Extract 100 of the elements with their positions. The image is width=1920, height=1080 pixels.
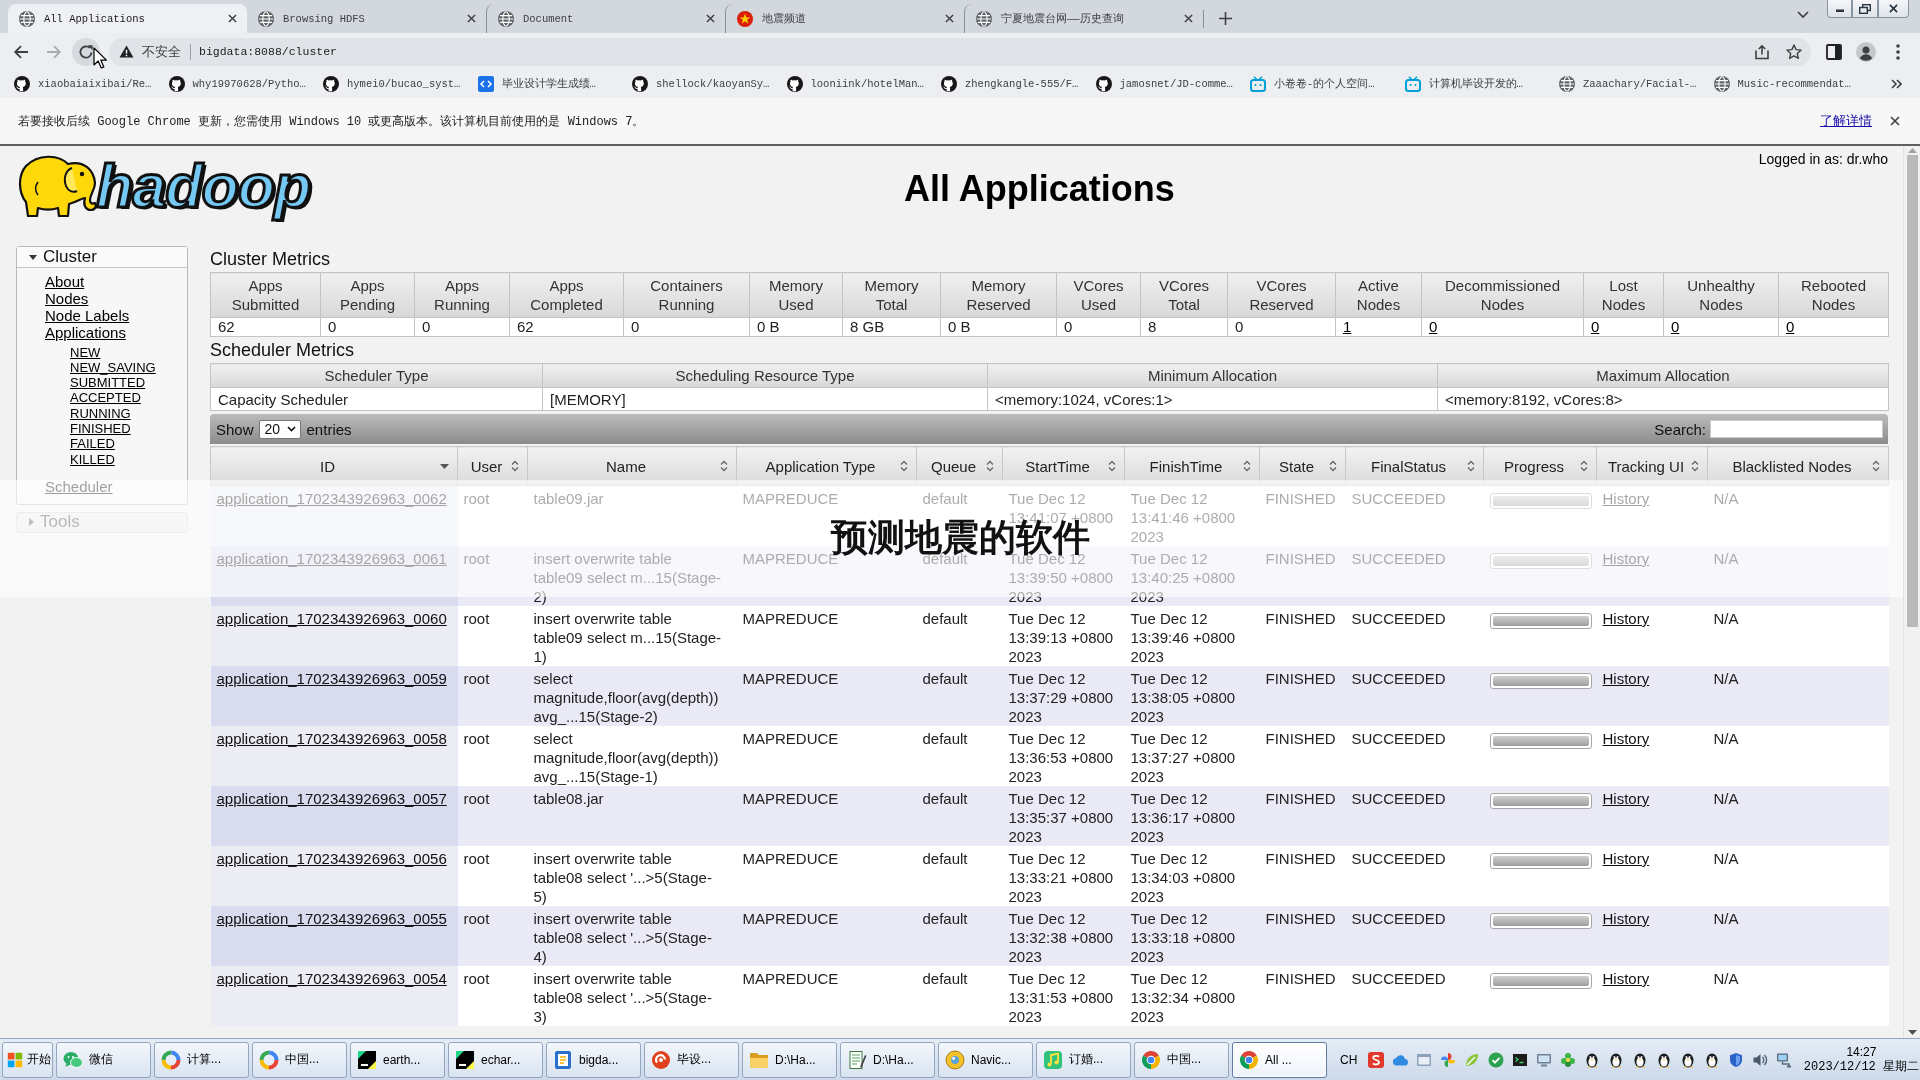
section-header[interactable]: Cluster	[17, 247, 187, 268]
s-tile-icon[interactable]	[1368, 1051, 1385, 1068]
bookmark[interactable]: why19970628/Pytho…	[160, 76, 315, 92]
nav-link[interactable]: KILLED	[70, 451, 115, 467]
nav-link[interactable]: Applications	[45, 324, 126, 341]
bookmark[interactable]: shellock/kaoyanSy…	[624, 76, 779, 92]
bookmark[interactable]: Zaaachary/Facial-…	[1551, 76, 1706, 92]
scrollbar-thumb[interactable]	[1906, 155, 1918, 627]
app-link[interactable]: application_1702343926963_0058	[216, 730, 447, 747]
column-header[interactable]: StartTime	[1002, 446, 1125, 486]
shield-icon[interactable]	[1728, 1051, 1745, 1068]
column-header[interactable]: Progress	[1483, 446, 1597, 486]
security-chip[interactable]: 不安全	[119, 42, 181, 61]
side-panel-icon[interactable]	[1826, 43, 1842, 60]
bookmark[interactable]: 小卷卷-的个人空间…	[1242, 76, 1397, 92]
learn-more-link[interactable]: 了解详情	[1820, 112, 1872, 130]
close-icon[interactable]	[467, 14, 476, 23]
bookmark[interactable]: zhengkangle-555/F…	[933, 76, 1088, 92]
taskbar-button[interactable]: bigda...	[546, 1041, 641, 1078]
nav-link[interactable]: NEW_SAVING	[70, 359, 156, 375]
column-header[interactable]: Blacklisted Nodes	[1707, 446, 1889, 486]
bookmark[interactable]: Music-recommendat…	[1705, 76, 1860, 92]
nav-link[interactable]: SUBMITTED	[70, 375, 146, 391]
menu-icon[interactable]	[1896, 43, 1900, 60]
metric-link[interactable]: 0	[1591, 318, 1600, 335]
reload-button[interactable]	[72, 37, 100, 66]
page-size-select[interactable]: 20	[258, 419, 301, 439]
column-header[interactable]: FinishTime	[1124, 446, 1260, 486]
column-header[interactable]: Name	[527, 446, 737, 486]
star-icon[interactable]	[1786, 43, 1802, 60]
history-link[interactable]: History	[1602, 670, 1650, 687]
taskbar-button[interactable]: earth...	[350, 1041, 445, 1078]
nav-link[interactable]: FINISHED	[70, 421, 131, 436]
back-icon[interactable]	[13, 43, 29, 60]
column-header[interactable]: Queue	[916, 446, 1003, 486]
taskbar-button[interactable]: 中国...	[252, 1041, 347, 1078]
app-link[interactable]: application_1702343926963_0060	[216, 610, 447, 627]
bookmark[interactable]: 计算机毕设开发的…	[1396, 76, 1551, 92]
column-header[interactable]: State	[1259, 446, 1346, 486]
nav-link[interactable]: NEW	[70, 344, 101, 360]
taskbar-button[interactable]: 计算...	[154, 1041, 249, 1078]
terminal-icon[interactable]	[1512, 1051, 1529, 1068]
chevron-down-icon[interactable]	[1797, 11, 1809, 18]
metric-link[interactable]: 1	[1343, 318, 1352, 335]
chevron-double-right-icon[interactable]	[1891, 79, 1902, 89]
close-icon[interactable]	[706, 14, 715, 23]
nav-link[interactable]: Node Labels	[45, 307, 130, 324]
history-link[interactable]: History	[1602, 610, 1650, 627]
history-link[interactable]: History	[1602, 850, 1650, 867]
close-icon[interactable]	[1184, 14, 1193, 23]
check-circle-icon[interactable]	[1488, 1051, 1505, 1068]
close-button[interactable]	[1878, 0, 1909, 18]
speaker-icon[interactable]	[1752, 1051, 1769, 1068]
taskbar-button[interactable]: 微信	[56, 1041, 151, 1078]
bookmark[interactable]: 毕业设计学生成绩…	[469, 76, 624, 92]
network-icon[interactable]	[1776, 1051, 1793, 1068]
app-link[interactable]: application_1702343926963_0057	[216, 790, 447, 807]
taskbar-button[interactable]: D:\Ha...	[742, 1041, 837, 1078]
bookmark[interactable]: looniink/hotelMan…	[778, 76, 933, 92]
history-link[interactable]: History	[1602, 910, 1650, 927]
column-header[interactable]: Application Type	[736, 446, 917, 486]
column-header[interactable]: ID	[210, 446, 458, 486]
search-field[interactable]	[1710, 420, 1883, 438]
nav-link[interactable]: ACCEPTED	[70, 390, 141, 406]
history-link[interactable]: History	[1602, 970, 1650, 987]
close-icon[interactable]	[228, 14, 237, 23]
app-link[interactable]: application_1702343926963_0055	[216, 910, 447, 927]
taskbar-button[interactable]: echar...	[448, 1041, 543, 1078]
history-link[interactable]: History	[1602, 790, 1650, 807]
bookmark[interactable]: hymei0/bucao_syst…	[315, 76, 470, 92]
column-header[interactable]: Tracking UI	[1596, 446, 1708, 486]
address-bar[interactable]: 不安全 bigdata:8088/cluster	[109, 37, 1811, 66]
restore-button[interactable]	[1852, 0, 1878, 18]
column-header[interactable]: FinalStatus	[1345, 446, 1484, 486]
plus-icon[interactable]	[1219, 12, 1232, 25]
close-icon[interactable]	[1890, 116, 1900, 126]
taskbar-button[interactable]: All ...	[1232, 1041, 1327, 1078]
taskbar-button[interactable]: 毕设...	[644, 1041, 739, 1078]
language-indicator[interactable]: CH	[1340, 1052, 1358, 1067]
taskbar-button[interactable]: 中国...	[1134, 1041, 1229, 1078]
taskbar-button[interactable]: 订婚...	[1036, 1041, 1131, 1078]
pinwheel-icon[interactable]	[1440, 1051, 1457, 1068]
nav-link[interactable]: FAILED	[70, 436, 115, 452]
app-link[interactable]: application_1702343926963_0056	[216, 850, 447, 867]
column-header[interactable]: User	[457, 446, 528, 486]
monitor-icon[interactable]	[1536, 1051, 1553, 1068]
close-icon[interactable]	[945, 14, 954, 23]
taskbar-button[interactable]: Navic...	[938, 1041, 1033, 1078]
flower-icon[interactable]	[1560, 1051, 1577, 1068]
history-link[interactable]: History	[1602, 730, 1650, 747]
nav-link[interactable]: About	[45, 273, 85, 290]
scroll-down-icon[interactable]	[1907, 1030, 1917, 1035]
taskbar-button[interactable]: D:\Ha...	[840, 1041, 935, 1078]
bookmark[interactable]: xiaobaiaixibai/Re…	[6, 76, 161, 92]
browser-tab[interactable]: All Applications	[8, 4, 247, 33]
browser-tab[interactable]: Browsing HDFS	[247, 4, 486, 33]
metric-link[interactable]: 0	[1786, 318, 1795, 335]
app-link[interactable]: application_1702343926963_0059	[216, 670, 447, 687]
bookmark[interactable]: jamosnet/JD-comme…	[1087, 76, 1242, 92]
nav-link[interactable]: RUNNING	[70, 405, 131, 421]
